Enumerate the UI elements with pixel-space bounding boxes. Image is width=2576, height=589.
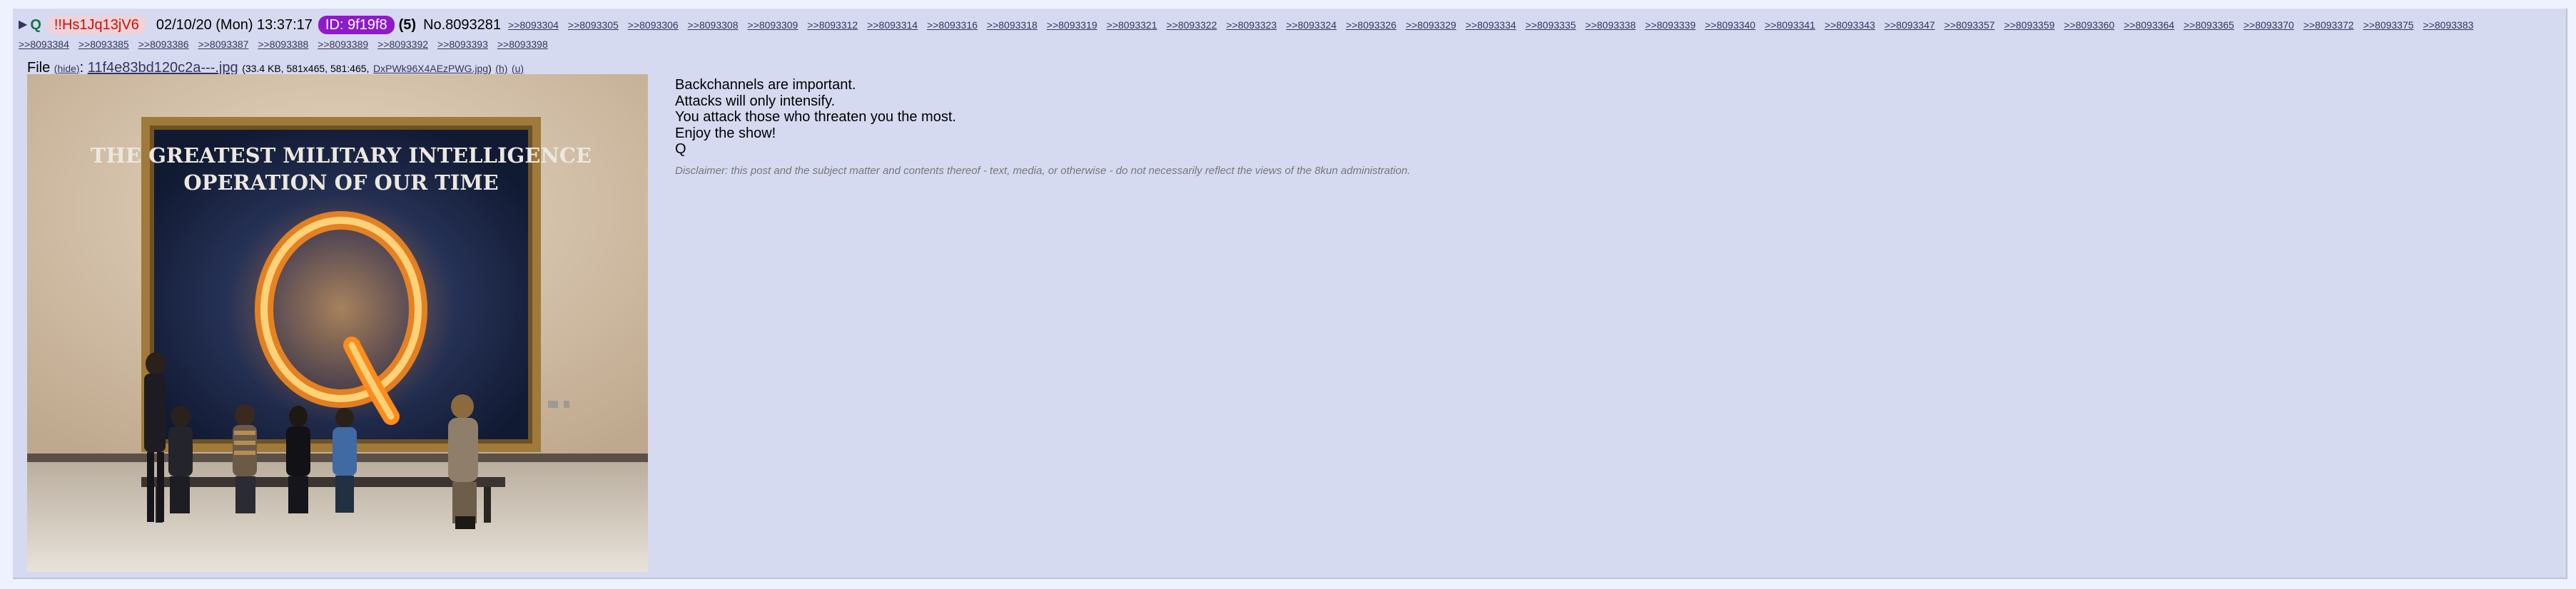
backlink[interactable]: >>8093389 [318, 39, 368, 50]
backlink[interactable]: >>8093385 [78, 39, 129, 50]
message-line: Attacks will only intensify. [675, 93, 836, 109]
backlink[interactable]: >>8093383 [2423, 16, 2474, 34]
id-post-count: (5) [398, 17, 417, 33]
message-line: Enjoy the show! [675, 125, 776, 141]
file-meta-close: ) [488, 63, 492, 74]
post-image[interactable]: THE GREATEST MILITARY INTELLIGENCE OPERA… [27, 74, 648, 572]
message-signature: Q [675, 141, 686, 158]
backlink[interactable]: >>8093343 [1825, 16, 1875, 34]
backlink[interactable]: >>8093357 [1944, 16, 1995, 34]
post-number-link[interactable]: No.8093281 [423, 16, 501, 34]
file-name-link[interactable]: 11f4e83bd120c2a---.jpg [88, 60, 238, 76]
painting-caption-line1: THE GREATEST MILITARY INTELLIGENCE [91, 143, 592, 168]
message-line: You attack those who threaten you the mo… [675, 109, 956, 126]
backlink[interactable]: >>8093308 [688, 16, 739, 34]
file-label: File [27, 60, 51, 76]
message-line: Backchannels are important. [675, 77, 856, 93]
backlink[interactable]: >>8093384 [19, 39, 69, 50]
backlink[interactable]: >>8093360 [2064, 16, 2114, 34]
backlink[interactable]: >>8093323 [1226, 16, 1277, 34]
backlink[interactable]: >>8093341 [1765, 16, 1815, 34]
backlink[interactable]: >>8093326 [1346, 16, 1396, 34]
backlink[interactable]: >>8093364 [2124, 16, 2174, 34]
backlink[interactable]: >>8093370 [2243, 16, 2294, 34]
backlink[interactable]: >>8093309 [747, 16, 798, 34]
post-body: Backchannels are important. Attacks will… [675, 77, 1411, 180]
backlink[interactable]: >>8093387 [198, 39, 249, 50]
backlink[interactable]: >>8093316 [927, 16, 978, 34]
image-search-link[interactable]: (u) [512, 63, 524, 74]
backlink[interactable]: >>8093365 [2184, 16, 2234, 34]
backlink[interactable]: >>8093372 [2303, 16, 2354, 34]
backlink[interactable]: >>8093312 [807, 16, 858, 34]
backlink[interactable]: >>8093335 [1526, 16, 1576, 34]
backlink[interactable]: >>8093340 [1705, 16, 1755, 34]
backlink[interactable]: >>8093322 [1167, 16, 1217, 34]
tripcode: !!Hs1Jq13jV6 [46, 16, 146, 34]
backlink[interactable]: >>8093339 [1645, 16, 1695, 34]
post-header: ▶ Q !!Hs1Jq13jV6 02/10/20 (Mon) 13:37:17… [19, 16, 2559, 53]
backlink[interactable]: >>8093314 [867, 16, 918, 34]
disclaimer-text: Disclaimer: this post and the subject ma… [675, 164, 1411, 177]
backlink[interactable]: >>8093329 [1406, 16, 1456, 34]
post-menu-arrow-icon[interactable]: ▶ [19, 16, 27, 34]
backlink[interactable]: >>8093359 [2004, 16, 2055, 34]
backlink[interactable]: >>8093324 [1286, 16, 1337, 34]
backlink[interactable]: >>8093306 [628, 16, 679, 34]
backlink[interactable]: >>8093386 [138, 39, 189, 50]
backlink[interactable]: >>8093334 [1466, 16, 1516, 34]
backlink[interactable]: >>8093304 [508, 16, 559, 34]
post-datetime: 02/10/20 (Mon) 13:37:17 [156, 17, 313, 33]
backlink[interactable]: >>8093398 [497, 39, 548, 50]
q-mark: Q [30, 17, 41, 33]
museum-photo: THE GREATEST MILITARY INTELLIGENCE OPERA… [27, 74, 648, 572]
backlink[interactable]: >>8093375 [2363, 16, 2414, 34]
backlink[interactable]: >>8093392 [377, 39, 428, 50]
poster-id-badge[interactable]: ID: 9f19f8 [318, 16, 395, 34]
backlink[interactable]: >>8093347 [1885, 16, 1935, 34]
post-container: ▶ Q !!Hs1Jq13jV6 02/10/20 (Mon) 13:37:17… [13, 9, 2567, 579]
original-filename-link[interactable]: DxPWk96X4AEzPWG.jpg [373, 63, 488, 74]
backlink[interactable]: >>8093393 [437, 39, 488, 50]
file-meta: (33.4 KB, 581x465, 581:465, [242, 63, 370, 74]
backlink[interactable]: >>8093338 [1586, 16, 1636, 34]
backlink[interactable]: >>8093388 [258, 39, 308, 50]
backlink[interactable]: >>8093321 [1107, 16, 1157, 34]
file-colon: : [79, 60, 84, 76]
painting-caption-line2: OPERATION OF OUR TIME [183, 170, 498, 195]
backlink[interactable]: >>8093318 [987, 16, 1038, 34]
hide-file-link[interactable]: (hide) [54, 63, 80, 74]
hash-search-link[interactable]: (h) [495, 63, 507, 74]
backlink[interactable]: >>8093319 [1047, 16, 1097, 34]
backlink[interactable]: >>8093305 [568, 16, 619, 34]
